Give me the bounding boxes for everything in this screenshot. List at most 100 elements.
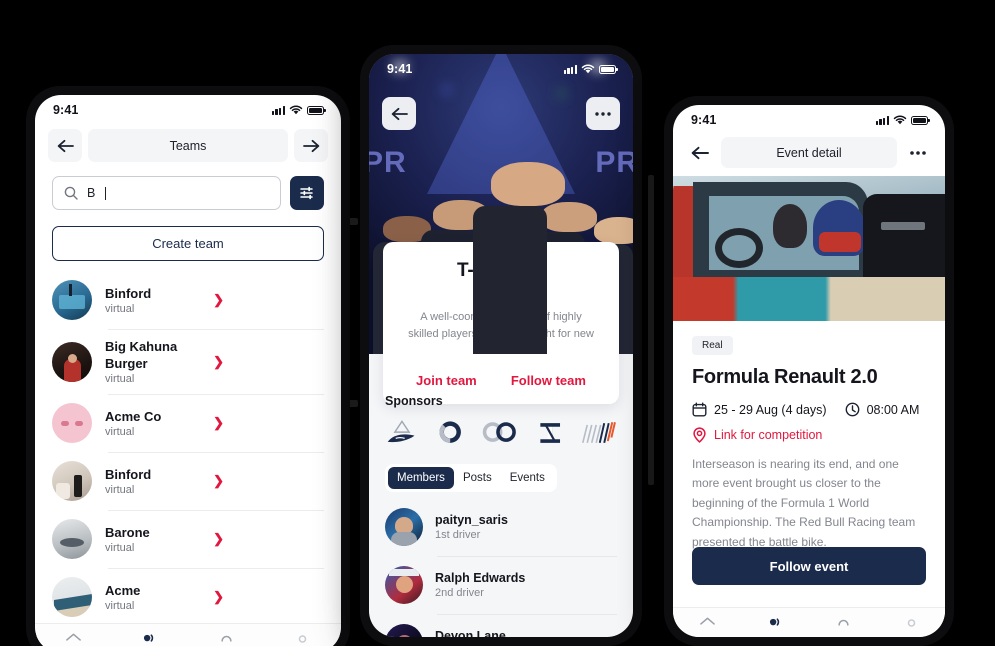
sponsor-logo-5[interactable] xyxy=(581,418,617,448)
seat-logo xyxy=(881,222,925,230)
avatar xyxy=(52,577,92,618)
list-item[interactable]: Binford virtual ❯ xyxy=(52,271,324,329)
battery-full-icon xyxy=(911,115,930,125)
team-sub: virtual xyxy=(105,373,135,386)
arrow-left-icon xyxy=(391,107,408,120)
profile-icon[interactable] xyxy=(903,616,920,630)
page-title: Teams xyxy=(88,129,288,162)
passenger-head xyxy=(773,204,807,248)
steering-wheel xyxy=(715,228,763,268)
avatar xyxy=(385,624,423,637)
home-icon[interactable] xyxy=(65,632,82,646)
battery-full-icon xyxy=(307,105,326,115)
screen-team-detail: PR PR 9:41 A well-coordinated highly ski… xyxy=(369,54,633,637)
team-name: Big Kahuna Burger xyxy=(105,339,178,372)
avatar xyxy=(52,461,92,502)
team-sub: virtual xyxy=(105,600,135,613)
team-name: Binford xyxy=(105,467,152,483)
home-icon[interactable] xyxy=(699,616,716,630)
car-livery-stripe xyxy=(673,277,945,321)
search-input[interactable]: B xyxy=(52,176,281,210)
filter-button[interactable] xyxy=(290,176,324,210)
list-item[interactable]: Ralph Edwards 2nd driver xyxy=(385,556,617,614)
list-item[interactable]: Big Kahuna Burger virtual ❯ xyxy=(52,329,324,394)
wifi-icon xyxy=(289,105,303,115)
search-icon xyxy=(64,186,78,200)
event-title: Formula Renault 2.0 xyxy=(692,366,878,388)
sponsor-logo-2[interactable] xyxy=(435,418,465,448)
list-item[interactable]: Barone virtual ❯ xyxy=(52,510,324,568)
more-horizontal-icon xyxy=(595,111,611,116)
search-icon[interactable] xyxy=(218,632,235,646)
status-bar: 9:41 xyxy=(35,95,341,125)
more-horizontal-icon xyxy=(910,150,926,155)
avatar xyxy=(52,280,92,320)
status-time: 9:41 xyxy=(387,62,413,76)
sponsor-logo-3[interactable] xyxy=(481,418,519,448)
content-tabs: Members Posts Events xyxy=(385,464,557,492)
follow-team-button[interactable]: Follow team xyxy=(511,373,586,388)
tab-events[interactable]: Events xyxy=(501,467,554,489)
search-value: B xyxy=(87,186,96,200)
team-sub: virtual xyxy=(105,542,135,555)
chevron-right-icon: ❯ xyxy=(213,589,224,605)
list-item[interactable]: Devon Lane Mechanic xyxy=(385,614,617,637)
tab-posts[interactable]: Posts xyxy=(454,467,501,489)
teams-icon[interactable] xyxy=(767,616,784,630)
list-item[interactable]: Acme virtual ❯ xyxy=(52,568,324,626)
more-options-button[interactable] xyxy=(902,137,934,168)
team-sub: virtual xyxy=(105,426,135,439)
search-row: B xyxy=(35,170,341,210)
phone-teams-list: 9:41 Teams B Create team Binford virtual… xyxy=(26,86,350,646)
search-icon[interactable] xyxy=(835,616,852,630)
sponsors-row xyxy=(385,418,617,448)
chevron-right-icon: ❯ xyxy=(213,531,224,547)
tab-members[interactable]: Members xyxy=(388,467,454,489)
arena-banner-left: PR xyxy=(369,146,407,179)
status-bar: 9:41 xyxy=(369,54,633,84)
page-title: Event detail xyxy=(721,137,897,168)
event-meta: 25 - 29 Aug (4 days) 08:00 AM xyxy=(692,402,926,417)
stage-light xyxy=(558,90,565,97)
phone-event-detail: 9:41 Event detail Real Formula Renault 2… xyxy=(664,96,954,646)
player xyxy=(473,162,565,354)
event-description: Interseason is nearing its end, and one … xyxy=(692,457,916,549)
clock-icon xyxy=(845,402,859,417)
member-role: 2nd driver xyxy=(435,587,484,599)
list-item[interactable]: Acme Co virtual ❯ xyxy=(52,394,324,452)
list-item[interactable]: paityn_saris 1st driver xyxy=(385,498,617,556)
bottom-tabbar xyxy=(35,623,341,646)
back-button[interactable] xyxy=(48,129,82,162)
follow-event-button[interactable]: Follow event xyxy=(692,547,926,585)
team-sub: virtual xyxy=(105,484,135,497)
member-name: paityn_saris xyxy=(435,513,508,527)
forward-button[interactable] xyxy=(294,129,328,162)
status-badge: Real xyxy=(692,336,733,355)
list-item[interactable]: Binford virtual ❯ xyxy=(52,452,324,510)
arrow-right-icon xyxy=(302,139,319,152)
teams-list: Binford virtual ❯ Big Kahuna Burger virt… xyxy=(35,261,341,626)
back-button[interactable] xyxy=(684,137,716,168)
profile-icon[interactable] xyxy=(294,632,311,646)
teams-icon[interactable] xyxy=(141,632,158,646)
sponsors-and-members: Sponsors Members Posts Events paityn_sar… xyxy=(369,394,633,637)
screen-teams: 9:41 Teams B Create team Binford virtual… xyxy=(35,95,341,646)
more-options-button[interactable] xyxy=(586,97,620,130)
create-team-button[interactable]: Create team xyxy=(52,226,324,261)
sponsor-logo-4[interactable] xyxy=(535,418,565,448)
sponsor-logo-1[interactable] xyxy=(385,418,419,448)
members-list: paityn_saris 1st driver Ralph Edwards 2n… xyxy=(385,498,617,637)
status-time: 9:41 xyxy=(691,113,717,127)
competition-link[interactable]: Link for competition xyxy=(692,427,926,443)
wifi-icon xyxy=(581,64,595,74)
wifi-icon xyxy=(893,115,907,125)
status-bar: 9:41 xyxy=(673,105,945,135)
top-navigation: Event detail xyxy=(673,135,945,176)
arrow-left-icon xyxy=(691,146,709,159)
join-team-button[interactable]: Join team xyxy=(416,373,477,388)
back-button[interactable] xyxy=(382,97,416,130)
top-navigation: Teams xyxy=(35,125,341,170)
phone-team-detail: PR PR 9:41 A well-coordinated highly ski… xyxy=(360,45,642,646)
event-body: Real Formula Renault 2.0 25 - 29 Aug (4 … xyxy=(673,321,945,552)
arena-banner-right: PR xyxy=(595,146,633,179)
